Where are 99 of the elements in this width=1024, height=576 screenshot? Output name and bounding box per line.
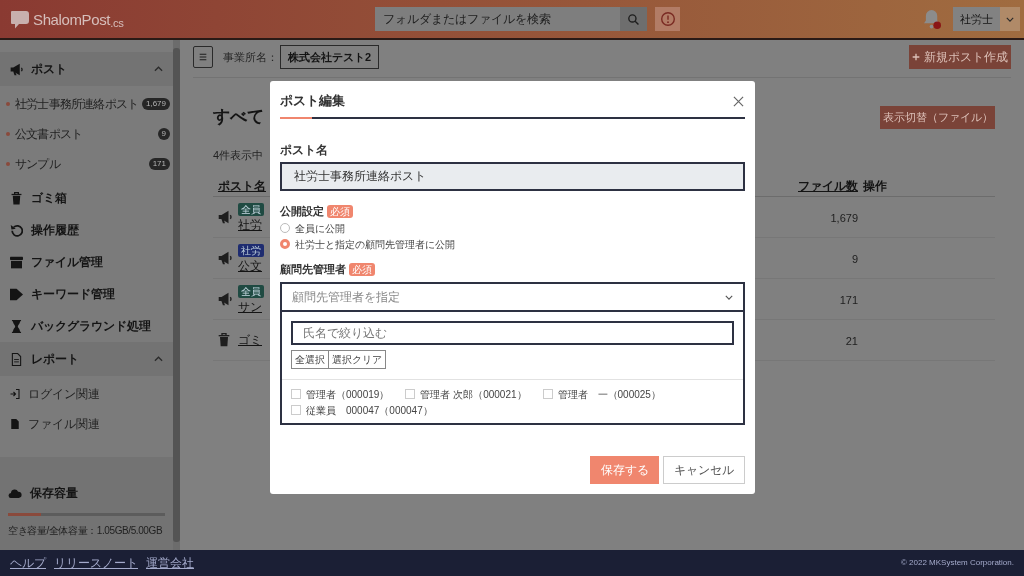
count-badge: 1,679 bbox=[141, 98, 170, 110]
hourglass-icon bbox=[10, 319, 23, 333]
checkbox-label[interactable]: 管理者 一（000025） bbox=[557, 386, 661, 402]
radio-button[interactable] bbox=[280, 239, 290, 249]
file-icon bbox=[10, 419, 20, 429]
file-count: 21 bbox=[845, 335, 858, 347]
sidebar-group[interactable]: レポート bbox=[0, 342, 173, 376]
megaphone-icon bbox=[10, 62, 23, 76]
visibility-tag: 全員 bbox=[238, 284, 264, 298]
radio-label[interactable]: 全員に公開 bbox=[295, 220, 345, 236]
checkbox-label[interactable]: 管理者 次郎（000021） bbox=[420, 386, 527, 402]
modal-title: ポスト編集 bbox=[280, 92, 345, 111]
filter-field[interactable]: 氏名で絞り込む bbox=[291, 321, 734, 345]
checkbox[interactable] bbox=[542, 389, 553, 399]
footer-link[interactable]: 運営会社 bbox=[146, 554, 194, 572]
checkbox[interactable] bbox=[405, 389, 416, 399]
view-toggle-button[interactable]: 表示切替（ファイル） bbox=[880, 105, 995, 129]
radio-label[interactable]: 社労士と指定の顧問先管理者に公開 bbox=[295, 236, 455, 252]
post-link[interactable]: ゴミ bbox=[238, 333, 262, 347]
sidebar-subitem[interactable]: 公文書ポスト 9 bbox=[0, 119, 173, 149]
select-all-button[interactable]: 全選択 bbox=[291, 350, 329, 369]
column-header[interactable]: ポスト名 bbox=[218, 178, 266, 193]
post-link[interactable]: 社労 bbox=[238, 217, 262, 232]
archive-icon bbox=[10, 255, 23, 269]
megaphone-icon bbox=[218, 210, 232, 224]
plus-icon bbox=[912, 53, 920, 61]
page-title: すべて bbox=[213, 106, 264, 129]
radio-button[interactable] bbox=[280, 223, 290, 233]
clear-selection-button[interactable]: 選択クリア bbox=[329, 350, 386, 369]
copyright-text: © 2022 MKSystem Corporation. bbox=[900, 557, 1014, 569]
trash-icon bbox=[10, 191, 23, 205]
result-count: 4件表示中 bbox=[213, 149, 264, 161]
bullet-icon bbox=[6, 132, 10, 136]
speech-bubble-icon bbox=[10, 9, 30, 29]
file-count: 9 bbox=[851, 253, 858, 265]
close-icon bbox=[732, 95, 744, 107]
column-header: 操作 bbox=[863, 178, 887, 193]
count-badge: 9 bbox=[157, 128, 170, 140]
sidebar-item[interactable]: ゴミ箱 bbox=[0, 182, 173, 214]
megaphone-icon bbox=[218, 292, 232, 306]
visibility-tag: 全員 bbox=[238, 202, 264, 216]
field-label: ポスト名 bbox=[280, 142, 328, 158]
trash-icon bbox=[218, 333, 230, 347]
sidebar-subitem[interactable]: 社労士事務所連絡ポスト 1,679 bbox=[0, 89, 173, 119]
checkbox[interactable] bbox=[291, 389, 301, 399]
document-icon bbox=[10, 352, 23, 366]
column-header[interactable]: ファイル数 bbox=[798, 178, 858, 193]
login-icon bbox=[10, 389, 20, 399]
search-icon bbox=[628, 13, 639, 25]
required-badge: 必須 bbox=[327, 204, 353, 218]
tag-icon bbox=[10, 287, 23, 301]
field-label: 顧問先管理者 bbox=[280, 261, 346, 277]
post-link[interactable]: 公文 bbox=[238, 258, 262, 273]
required-badge: 必須 bbox=[349, 262, 375, 276]
user-menu-toggle[interactable] bbox=[1000, 7, 1020, 31]
storage-title: 保存容量 bbox=[30, 485, 78, 502]
close-button[interactable] bbox=[731, 94, 745, 108]
menu-button[interactable] bbox=[193, 46, 213, 68]
cloud-icon bbox=[8, 488, 22, 498]
sidebar-item[interactable]: バックグラウンド処理 bbox=[0, 310, 173, 342]
file-count: 171 bbox=[839, 294, 858, 306]
count-badge: 171 bbox=[148, 158, 170, 170]
bullet-icon bbox=[6, 162, 10, 166]
sidebar-item[interactable]: キーワード管理 bbox=[0, 278, 173, 310]
new-post-button[interactable]: 新規ポスト作成 bbox=[909, 45, 1011, 69]
storage-caption: 空き容量/全体容量：1.05GB/5.00GB bbox=[8, 525, 164, 537]
caret-icon bbox=[1006, 16, 1014, 22]
checkbox-label[interactable]: 管理者（000019） bbox=[306, 386, 390, 402]
search-button[interactable] bbox=[620, 7, 647, 31]
checkbox-label[interactable]: 従業員 000047（000047） bbox=[306, 402, 433, 418]
cancel-button[interactable]: キャンセル bbox=[663, 456, 745, 484]
field-label: 公開設定 bbox=[280, 203, 324, 219]
sidebar-item[interactable]: ファイル管理 bbox=[0, 246, 173, 278]
checkbox[interactable] bbox=[291, 405, 301, 415]
save-button[interactable]: 保存する bbox=[590, 456, 659, 484]
visibility-tag: 社労 bbox=[238, 243, 264, 257]
bullet-icon bbox=[6, 102, 10, 106]
footer-link[interactable]: リリースノート bbox=[54, 554, 138, 572]
alert-icon bbox=[660, 12, 675, 26]
manager-select[interactable]: 顧問先管理者を指定 bbox=[280, 282, 745, 312]
search-field[interactable]: フォルダまたはファイルを検索 bbox=[375, 7, 620, 31]
alert-button[interactable] bbox=[655, 7, 680, 31]
user-menu-button[interactable]: 社労士 bbox=[953, 7, 1000, 31]
megaphone-icon bbox=[218, 251, 232, 265]
history-icon bbox=[10, 223, 23, 237]
sidebar-item[interactable]: 操作履歴 bbox=[0, 214, 173, 246]
bell-icon bbox=[924, 9, 941, 29]
office-name-field[interactable]: 株式会社テスト2 bbox=[280, 45, 380, 69]
sidebar-subitem[interactable]: ファイル関連 bbox=[0, 409, 173, 439]
sidebar-subitem[interactable]: サンプル 171 bbox=[0, 149, 173, 179]
chevron-down-icon bbox=[725, 294, 733, 300]
menu-icon bbox=[199, 53, 207, 61]
post-link[interactable]: サン bbox=[238, 299, 262, 314]
footer-link[interactable]: ヘルプ bbox=[10, 554, 46, 572]
sidebar-group[interactable]: ポスト bbox=[0, 52, 173, 86]
file-count: 1,679 bbox=[830, 212, 858, 224]
sidebar-subitem[interactable]: ログイン関連 bbox=[0, 379, 173, 409]
logo-text: ShalomPost$_{.cs}$ bbox=[33, 11, 124, 27]
office-label: 事業所名： bbox=[223, 49, 278, 65]
